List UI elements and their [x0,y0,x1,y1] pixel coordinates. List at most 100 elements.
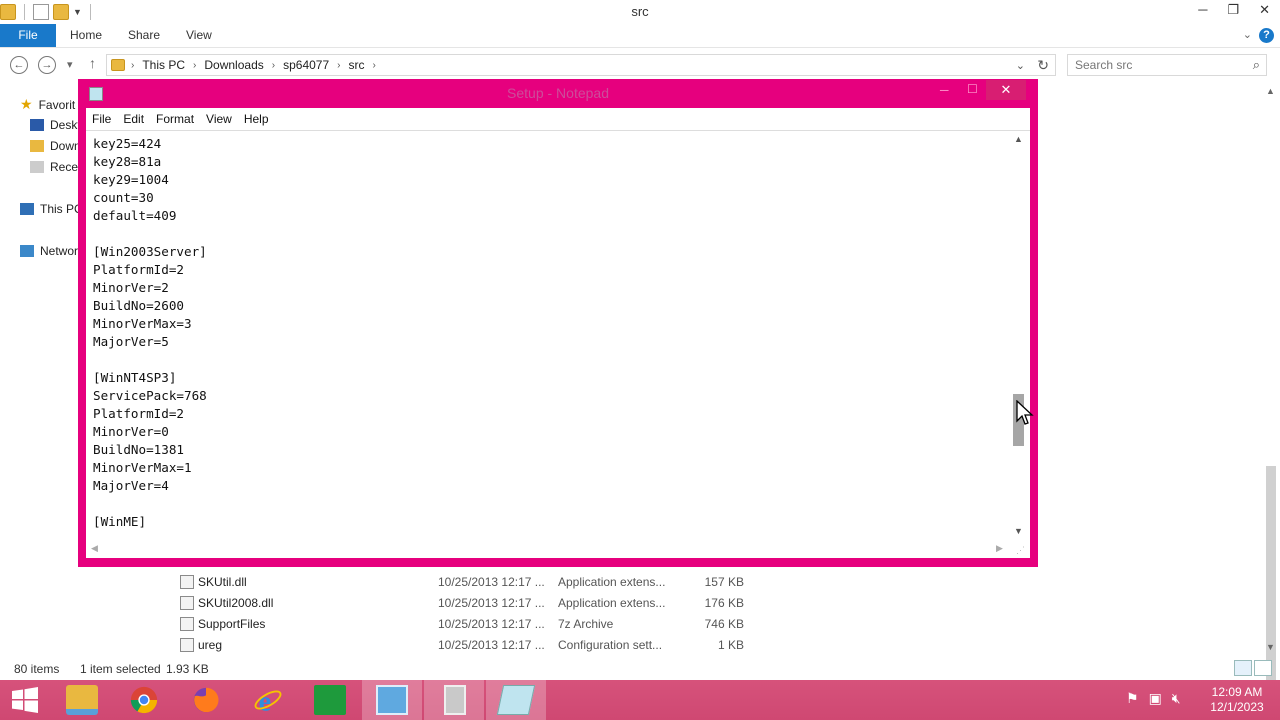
refresh-icon[interactable]: ↻ [1037,57,1049,74]
nav-item-downloads[interactable]: Down [30,139,81,153]
chevron-right-icon[interactable]: › [193,60,196,71]
horizontal-scrollbar[interactable]: ◀ ▶ [86,540,1010,557]
ie-icon: e [254,686,282,715]
scroll-down-icon[interactable]: ▼ [1266,642,1275,652]
item-count: 80 items [14,662,60,676]
network-icon[interactable]: ▣ [1149,690,1162,707]
chevron-right-icon[interactable]: › [272,60,275,71]
file-row[interactable]: ureg 10/25/2013 12:17 ... Configuration … [176,635,1266,655]
taskbar-chrome[interactable] [114,680,174,720]
back-icon[interactable]: ← [10,56,28,74]
details-view-icon[interactable] [1234,660,1252,676]
file-size: 157 KB [704,575,744,589]
file-date: 10/25/2013 12:17 ... [438,575,545,589]
scroll-up-icon[interactable]: ▲ [1014,134,1023,144]
search-icon[interactable]: ⌕ [1253,57,1260,73]
taskbar-firefox[interactable] [176,680,236,720]
taskbar-installer[interactable] [424,680,484,720]
clock-date: 12/1/2023 [1210,700,1264,714]
help-icon[interactable]: ? [1259,28,1274,43]
breadcrumb-downloads[interactable]: Downloads [204,58,263,72]
taskbar-internet-explorer[interactable]: e [238,680,298,720]
menu-file[interactable]: File [86,112,117,126]
address-dropdown-icon[interactable]: ⌄ [1016,59,1025,72]
scroll-left-icon[interactable]: ◀ [91,543,98,554]
breadcrumb-src[interactable]: src [348,58,364,72]
file-size: 746 KB [704,617,744,631]
selection-size: 1.93 KB [166,662,209,676]
file-row[interactable]: SKUtil2008.dll 10/25/2013 12:17 ... Appl… [176,593,1266,613]
up-icon[interactable]: ↑ [89,55,96,71]
large-icons-view-icon[interactable] [1254,660,1272,676]
file-size: 176 KB [704,596,744,610]
nav-label: Favorit [38,97,76,112]
desktop-icon [30,119,44,131]
tab-share[interactable]: Share [128,24,160,47]
nav-label: Deskt [50,118,81,132]
firefox-icon [193,687,219,713]
resize-grip-icon[interactable]: ⋰ [1016,545,1026,555]
vertical-scrollbar[interactable]: ▲ ▼ [1010,131,1027,539]
expand-ribbon-icon[interactable]: ⌄ [1243,28,1252,41]
breadcrumb-sp64077[interactable]: sp64077 [283,58,329,72]
maximize-icon[interactable]: ☐ [967,82,978,96]
minimize-icon[interactable]: ─ [940,83,949,97]
notepad-editor: key25=424 key28=81a key29=1004 count=30 … [86,130,1030,558]
chevron-right-icon: › [131,59,135,71]
breadcrumb-this-pc[interactable]: This PC [142,58,185,72]
installer-icon [444,685,466,715]
file-row[interactable]: SKUtil.dll 10/25/2013 12:17 ... Applicat… [176,572,1266,592]
status-bar: 80 items 1 item selected 1.93 KB [0,660,1280,678]
search-input[interactable]: Search src ⌕ [1067,54,1267,76]
tab-view[interactable]: View [186,24,212,47]
tab-file[interactable]: File [0,24,56,47]
menu-format[interactable]: Format [150,112,200,126]
nav-label: Networ [40,244,79,258]
volume-muted-icon[interactable]: 🔇︎ [1172,690,1181,707]
taskbar-notepad[interactable] [486,680,546,720]
notepad-titlebar[interactable]: Setup - Notepad ─ ☐ ✕ [78,79,1038,108]
menu-view[interactable]: View [200,112,238,126]
flag-icon[interactable]: ⚑ [1126,690,1139,707]
file-name: ureg [198,638,223,652]
scroll-up-icon[interactable]: ▲ [1266,86,1275,96]
window-title: src [631,4,649,19]
downloads-icon [30,140,44,152]
taskbar-control-panel[interactable] [362,680,422,720]
clock[interactable]: 12:09 AM 12/1/2023 [1206,685,1268,715]
mouse-cursor-icon [1016,400,1034,425]
file-row[interactable]: SupportFiles 10/25/2013 12:17 ... 7z Arc… [176,614,1266,634]
chrome-icon [130,686,158,714]
restore-icon[interactable]: ❐ [1227,2,1239,18]
explorer-scrollbar[interactable]: ▲ ▼ [1264,86,1278,706]
menu-edit[interactable]: Edit [117,112,150,126]
nav-item-this-pc[interactable]: This PC [20,202,83,216]
archive-file-icon [180,617,194,631]
explorer-titlebar: ▼ src ─ ❐ ✕ [0,0,1280,24]
tab-home[interactable]: Home [70,24,102,47]
minimize-icon[interactable]: ─ [1198,2,1207,18]
file-name: SKUtil.dll [198,575,247,589]
chevron-right-icon[interactable]: › [372,60,375,71]
chevron-right-icon[interactable]: › [337,60,340,71]
nav-item-recent[interactable]: Recen [30,160,85,174]
scroll-down-icon[interactable]: ▼ [1014,526,1023,536]
scroll-right-icon[interactable]: ▶ [996,543,1003,554]
nav-item-desktop[interactable]: Deskt [30,118,81,132]
text-area[interactable]: key25=424 key28=81a key29=1004 count=30 … [93,135,1003,537]
recent-locations-icon[interactable]: ▾ [67,58,73,71]
ribbon: File Home Share View ⌄ ? [0,24,1280,48]
start-button[interactable] [0,680,50,720]
notepad-title: Setup - Notepad [507,85,609,101]
nav-item-network[interactable]: Networ [20,244,78,258]
forward-icon[interactable]: → [38,56,56,74]
taskbar-store[interactable] [300,680,360,720]
nav-item-favorites[interactable]: ★ Favorit [20,96,75,113]
menu-help[interactable]: Help [238,112,275,126]
address-bar[interactable]: › This PC › Downloads › sp64077 › src › … [106,54,1056,76]
close-icon[interactable]: ✕ [986,80,1026,100]
file-name: SupportFiles [198,617,266,631]
taskbar-file-explorer[interactable] [52,680,112,720]
file-type: 7z Archive [558,617,614,631]
close-icon[interactable]: ✕ [1259,2,1270,18]
